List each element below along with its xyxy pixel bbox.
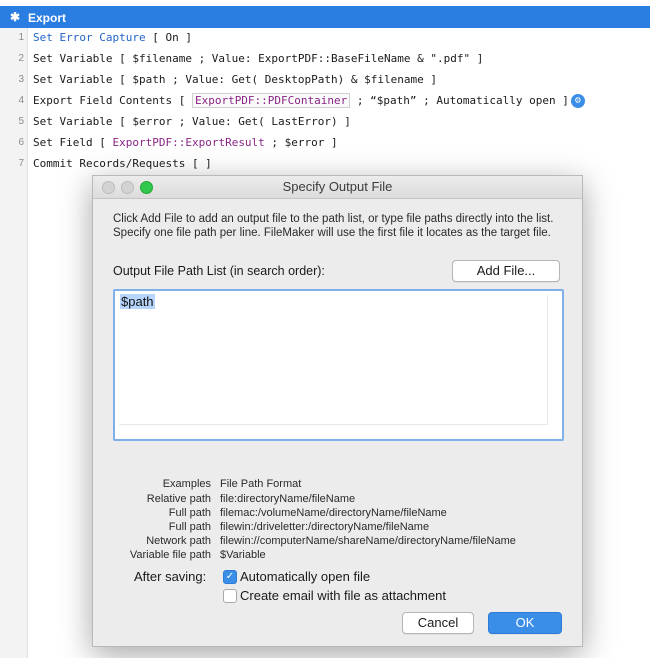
path-list-label: Output File Path List (in search order): bbox=[113, 264, 325, 278]
line-number: 5 bbox=[18, 116, 24, 127]
ok-button[interactable]: OK bbox=[488, 612, 562, 634]
after-saving-label: After saving: bbox=[134, 569, 207, 584]
auto-open-label: Automatically open file bbox=[240, 569, 371, 584]
script-line[interactable]: 6 Set Field [ ExportPDF::ExportResult ; … bbox=[0, 133, 650, 154]
example-value: file:directoryName/fileName bbox=[220, 493, 356, 505]
field-reference: ExportPDF::ExportResult bbox=[112, 136, 265, 149]
script-step-text: Set Error Capture [ On ] bbox=[33, 31, 192, 44]
script-title: Export bbox=[28, 11, 67, 25]
dialog-title: Specify Output File bbox=[93, 176, 582, 199]
path-list-scroll-area bbox=[119, 295, 548, 425]
line-number: 6 bbox=[18, 137, 24, 148]
script-step-text: Commit Records/Requests [ ] bbox=[33, 157, 212, 170]
example-label: Full path bbox=[168, 507, 211, 519]
script-line[interactable]: 4 Export Field Contents [ ExportPDF::PDF… bbox=[0, 91, 650, 112]
examples-header: Examples bbox=[162, 478, 211, 490]
script-step-text: Set Variable [ $filename ; Value: Export… bbox=[33, 52, 484, 65]
script-title-bar: ✱ Export bbox=[0, 6, 650, 28]
script-step-text: Export Field Contents [ ExportPDF::PDFCo… bbox=[33, 93, 585, 108]
minimize-window-icon[interactable] bbox=[121, 181, 134, 194]
example-label: Network path bbox=[146, 535, 211, 547]
path-list-value: $path bbox=[120, 294, 155, 309]
line-number: 4 bbox=[18, 95, 24, 106]
example-label: Relative path bbox=[146, 493, 211, 505]
script-step-text: Set Field [ ExportPDF::ExportResult ; $e… bbox=[33, 136, 338, 149]
example-value: filewin://computerName/shareName/directo… bbox=[220, 535, 516, 547]
field-reference: ExportPDF::PDFContainer bbox=[191, 93, 351, 108]
line-number: 7 bbox=[18, 158, 24, 169]
line-number: 3 bbox=[18, 74, 24, 85]
script-line[interactable]: 7 Commit Records/Requests [ ] bbox=[0, 154, 650, 175]
script-line[interactable]: 3 Set Variable [ $path ; Value: Get( Des… bbox=[0, 70, 650, 91]
auto-open-checkbox[interactable]: ✓ bbox=[223, 570, 237, 584]
format-header: File Path Format bbox=[220, 478, 302, 490]
zoom-window-icon[interactable] bbox=[140, 181, 153, 194]
script-line[interactable]: 2 Set Variable [ $filename ; Value: Expo… bbox=[0, 49, 650, 70]
dialog-description: Click Add File to add an output file to … bbox=[113, 213, 554, 239]
close-window-icon[interactable] bbox=[102, 181, 115, 194]
example-value: $Variable bbox=[220, 549, 266, 561]
script-step-text: Set Variable [ $path ; Value: Get( Deskt… bbox=[33, 73, 437, 86]
create-email-checkbox[interactable] bbox=[223, 589, 237, 603]
script-step-text: Set Variable [ $error ; Value: Get( Last… bbox=[33, 115, 351, 128]
cancel-button[interactable]: Cancel bbox=[402, 612, 474, 634]
script-line[interactable]: 1 Set Error Capture [ On ] bbox=[0, 28, 650, 49]
gear-icon[interactable]: ⚙ bbox=[570, 94, 585, 108]
star-icon: ✱ bbox=[10, 10, 21, 24]
line-number: 1 bbox=[18, 32, 24, 43]
add-file-button[interactable]: Add File... bbox=[452, 260, 560, 282]
specify-output-file-dialog: Specify Output File Click Add File to ad… bbox=[92, 175, 583, 647]
path-list-textarea[interactable]: $path bbox=[113, 289, 564, 441]
script-line[interactable]: 5 Set Variable [ $error ; Value: Get( La… bbox=[0, 112, 650, 133]
line-number: 2 bbox=[18, 53, 24, 64]
example-label: Variable file path bbox=[129, 549, 211, 561]
create-email-label: Create email with file as attachment bbox=[240, 588, 446, 603]
example-value: filemac:/volumeName/directoryName/fileNa… bbox=[220, 507, 447, 519]
example-value: filewin:/driveletter:/directoryName/file… bbox=[220, 521, 430, 533]
example-label: Full path bbox=[168, 521, 211, 533]
